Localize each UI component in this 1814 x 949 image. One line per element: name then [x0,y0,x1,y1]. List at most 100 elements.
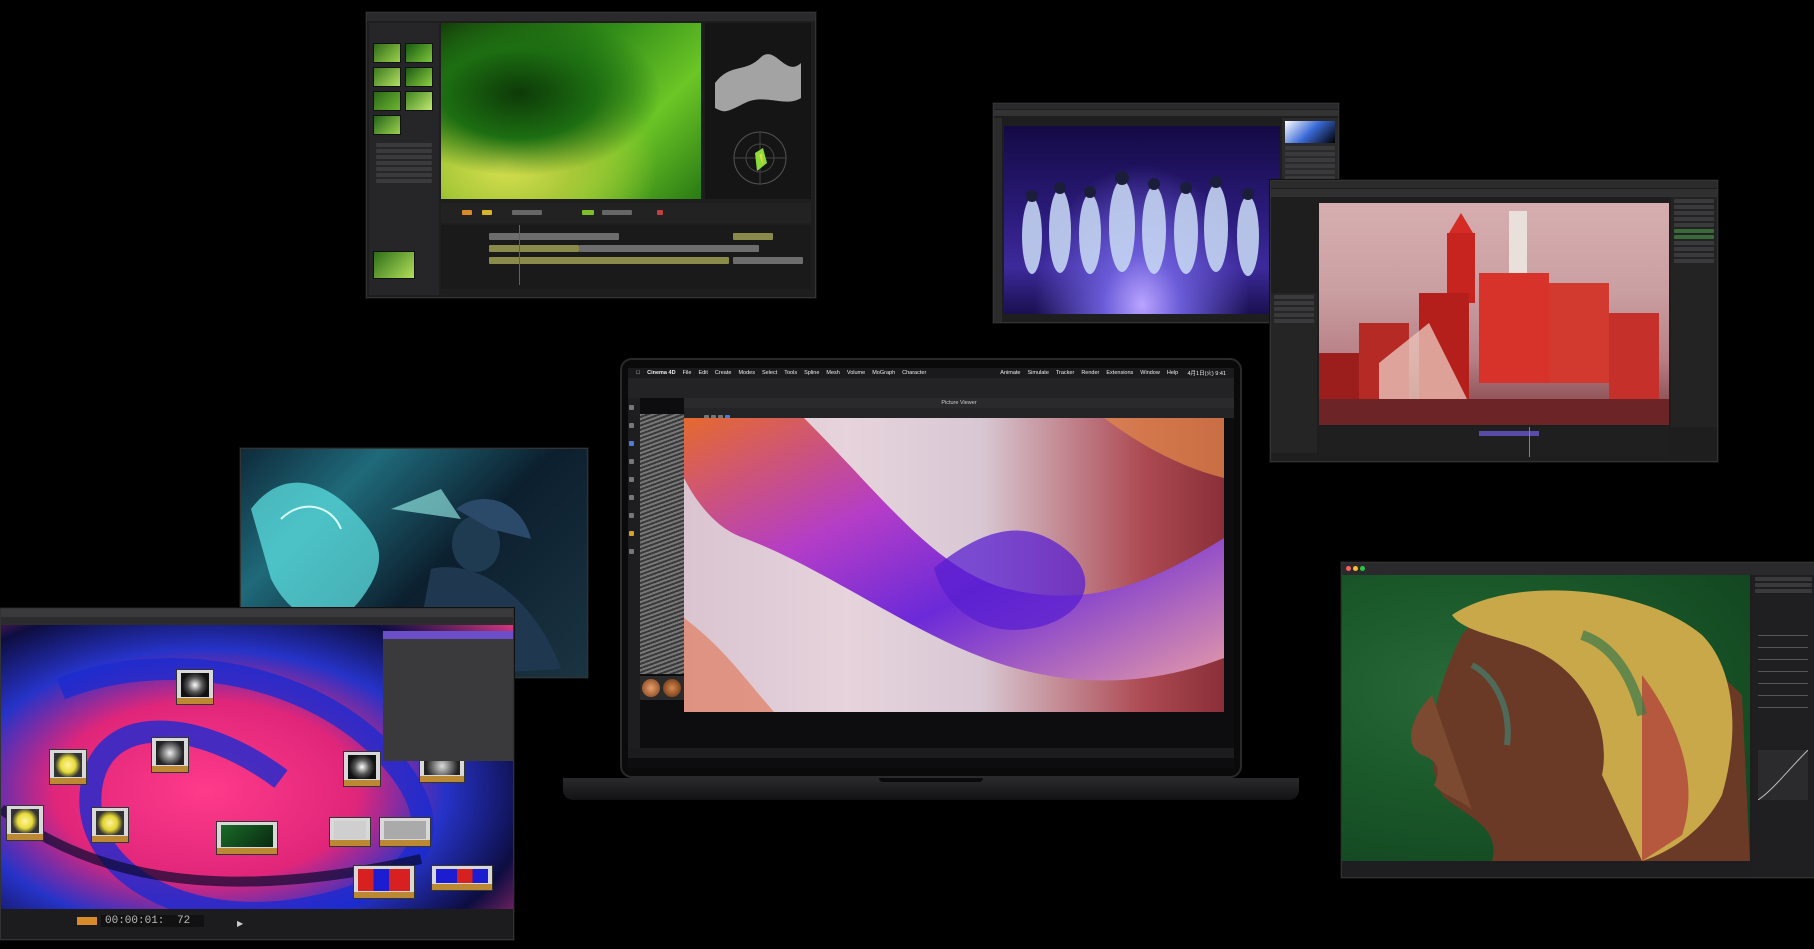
menu-select[interactable]: Select [762,370,777,376]
node-editor-window[interactable]: 00:00:01:11 72 ▶ [0,608,514,940]
macbook-pro:  Cinema 4D File Edit Create Modes Selec… [620,358,1242,778]
lid-notch [879,778,983,782]
clip-thumbnail[interactable] [405,91,433,111]
timeline-bar[interactable] [1319,427,1669,457]
clip-thumbnail[interactable] [373,115,401,135]
menu-bar[interactable]:  Cinema 4D File Edit Create Modes Selec… [628,368,1234,378]
histogram-curve[interactable] [1757,749,1809,801]
3d-app-window[interactable] [1270,180,1718,462]
viewer-image [441,23,701,199]
timeline-clip[interactable] [489,257,729,264]
status-bar [628,748,1234,758]
top-bar [1271,181,1717,188]
canvas-image [1004,126,1280,314]
red-buildings-scene [1319,211,1669,425]
filmstrip-bar[interactable] [1342,861,1750,877]
left-side-panel [1271,293,1317,453]
timeline-clip[interactable] [489,245,579,252]
minimize-icon[interactable] [1353,566,1358,571]
timeline-clip[interactable] [733,233,773,240]
menu-character[interactable]: Character [902,370,926,376]
menu-render[interactable]: Render [1081,370,1099,376]
title-bar [1342,563,1814,575]
clip-thumbnail[interactable] [405,67,433,87]
operator-node[interactable] [216,821,278,855]
close-icon[interactable] [1346,566,1351,571]
menu-mograph[interactable]: MoGraph [872,370,895,376]
operator-node[interactable] [176,669,214,705]
operator-node[interactable] [343,751,381,787]
purple-twist-shape [684,418,1224,712]
scopes-panel [705,23,811,199]
operator-node[interactable] [49,749,87,785]
playhead[interactable] [519,225,520,285]
dancers-figures [1022,171,1259,276]
operator-node[interactable] [353,865,415,899]
operator-node[interactable] [329,817,371,847]
title-bar [994,104,1338,109]
portrait-photo [1342,575,1750,861]
transport-bar[interactable]: 00:00:01:11 72 ▶ [1,909,513,939]
photo-app-window[interactable] [1341,562,1814,878]
timeline-clip[interactable] [733,257,803,264]
clip-thumbnail[interactable] [373,91,401,111]
clip-thumbnail[interactable] [373,43,401,63]
operator-node[interactable] [379,817,431,847]
menu-modes[interactable]: Modes [738,370,755,376]
picture-viewer-header: Picture Viewer [684,398,1234,408]
menu-edit[interactable]: Edit [698,370,707,376]
timeline-clip[interactable] [579,245,759,252]
timeline[interactable] [441,225,811,289]
menu-clock: 4月1日(火) 9:41 [1187,371,1226,377]
menu-tracker[interactable]: Tracker [1056,370,1074,376]
title-bar [367,13,815,21]
menu-file[interactable]: File [683,370,692,376]
laptop-screen[interactable]:  Cinema 4D File Edit Create Modes Selec… [628,368,1234,768]
mesh-preview [640,414,684,674]
menu-volume[interactable]: Volume [847,370,865,376]
color-grading-app-window[interactable] [366,12,816,298]
operator-node[interactable] [91,807,129,843]
operator-node[interactable] [431,865,493,891]
apple-icon[interactable]:  [636,370,640,376]
media-pool-panel [369,23,439,295]
outliner-panel [1671,197,1717,427]
tool-palette[interactable] [628,398,640,748]
parameter-panel[interactable] [383,631,513,761]
material-thumbnails[interactable] [640,676,684,700]
menu-spline[interactable]: Spline [804,370,819,376]
clip-thumbnail[interactable] [373,251,415,279]
play-mode-badge[interactable] [77,917,97,925]
play-icon[interactable]: ▶ [237,919,243,928]
frame-display[interactable]: 72 [163,915,205,927]
tools-panel [994,118,1002,322]
header-bar [1271,189,1717,197]
operator-node[interactable] [151,737,189,773]
adjustments-sidebar[interactable] [1752,575,1814,877]
render-image [684,418,1224,712]
menu-simulate[interactable]: Simulate [1027,370,1048,376]
menu-tools[interactable]: Tools [784,370,797,376]
clip-thumbnail[interactable] [405,43,433,63]
clip-thumbnail[interactable] [373,67,401,87]
zoom-icon[interactable] [1360,566,1365,571]
viewer-toolbar[interactable] [684,408,1234,420]
3d-viewport[interactable] [1319,203,1669,425]
options-bar [994,110,1338,116]
grade-toolbar [441,203,811,223]
menu-help[interactable]: Help [1167,370,1178,376]
node-list [373,141,435,185]
timeline-clip[interactable] [489,233,619,240]
menu-animate[interactable]: Animate [1000,370,1020,376]
c4d-tab-bar [628,378,1234,398]
operator-node[interactable] [6,805,44,841]
color-picker[interactable] [1285,121,1335,143]
menu-extensions[interactable]: Extensions [1106,370,1133,376]
laptop-base [563,778,1299,800]
portrait-figure [1411,590,1750,861]
menu-create[interactable]: Create [715,370,732,376]
menu-app[interactable]: Cinema 4D [647,370,675,376]
menu-mesh[interactable]: Mesh [826,370,839,376]
waveform-scope [715,54,801,185]
menu-window[interactable]: Window [1140,370,1160,376]
